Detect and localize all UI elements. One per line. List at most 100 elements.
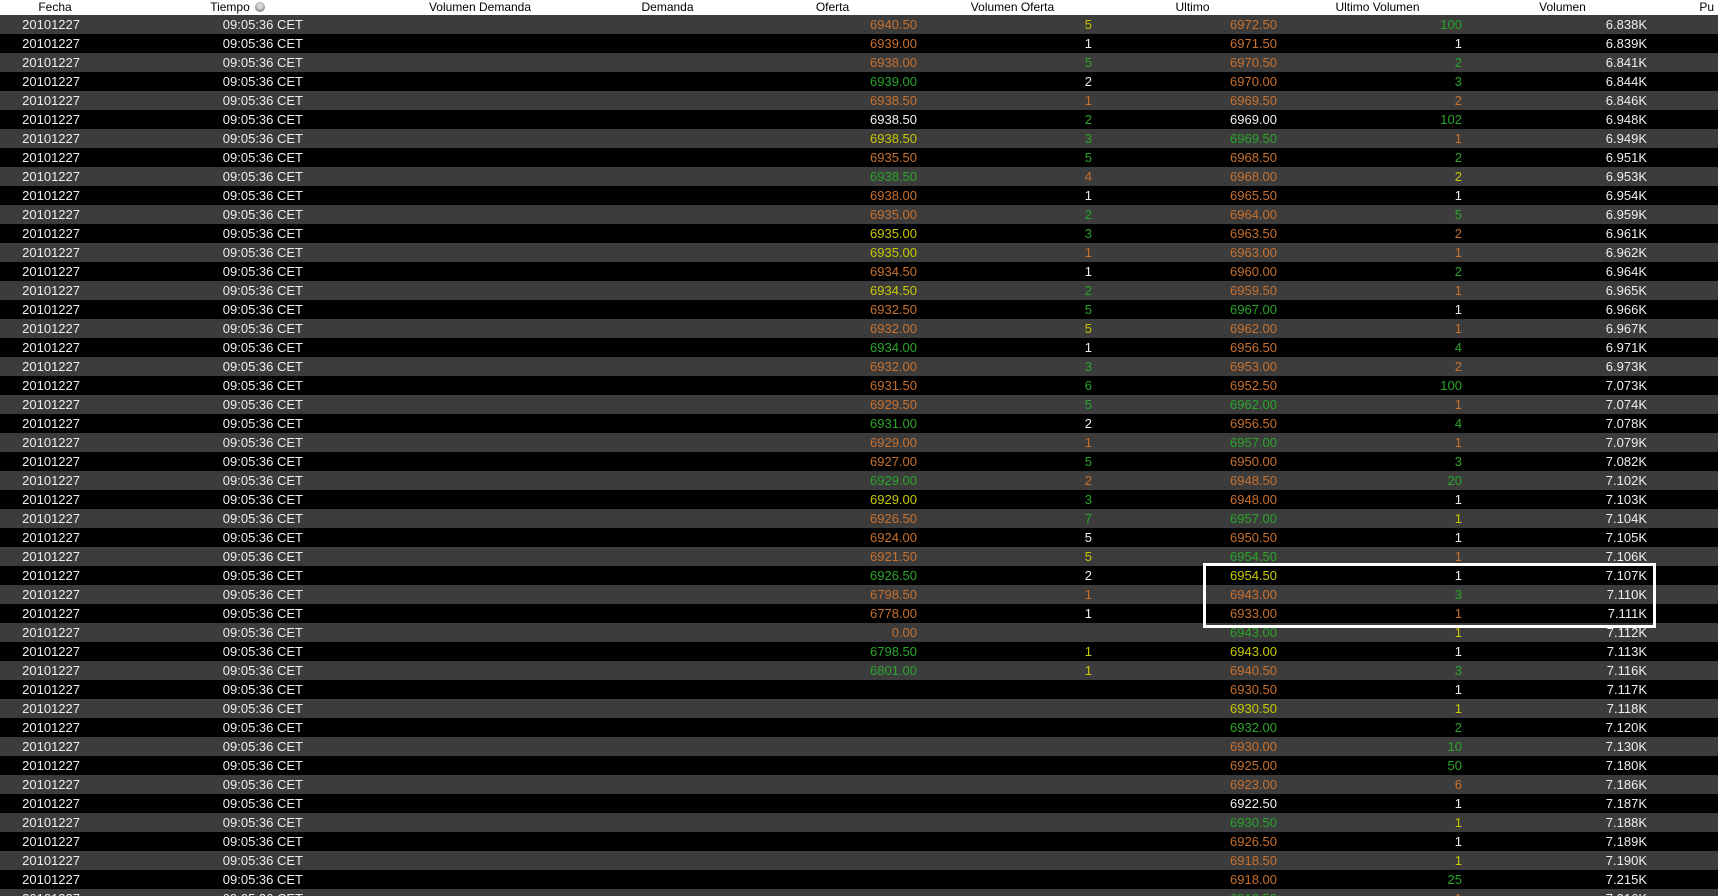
table-row[interactable]: 20101227 09:05:36 CET 6801.00 1 6940.50 …: [0, 661, 1718, 680]
cell-fecha: 20101227: [22, 815, 80, 830]
table-row[interactable]: 20101227 09:05:36 CET 6938.50 3 6969.50 …: [0, 129, 1718, 148]
cell-tiempo: 09:05:36 CET: [222, 378, 303, 393]
table-row[interactable]: 20101227 09:05:36 CET 6798.50 1 6943.00 …: [0, 585, 1718, 604]
table-row[interactable]: 20101227 09:05:36 CET 6929.00 2 6948.50 …: [0, 471, 1718, 490]
cell-volumen: 7.118K: [1606, 701, 1647, 716]
cell-ultimo-volumen: 1: [1454, 549, 1462, 564]
table-row[interactable]: 20101227 09:05:36 CET 6934.50 2 6959.50 …: [0, 281, 1718, 300]
cell-oferta: 6932.50: [870, 302, 917, 317]
cell-volumen-oferta: 1: [1084, 36, 1092, 51]
table-row[interactable]: 20101227 09:05:36 CET 6930.50 1 7.117K: [0, 680, 1718, 699]
cell-ultimo: 6960.00: [1230, 264, 1277, 279]
table-row[interactable]: 20101227 09:05:36 CET 6938.50 1 6969.50 …: [0, 91, 1718, 110]
table-row[interactable]: 20101227 09:05:36 CET 6926.50 7 6957.00 …: [0, 509, 1718, 528]
cell-ultimo: 6948.00: [1230, 492, 1277, 507]
table-row[interactable]: 20101227 09:05:36 CET 6926.50 1 7.189K: [0, 832, 1718, 851]
table-row[interactable]: 20101227 09:05:36 CET 6918.50 1 7.216K: [0, 889, 1718, 896]
cell-pu: [1655, 680, 1718, 699]
column-header-demanda[interactable]: Demanda: [595, 0, 740, 15]
cell-pu: [1655, 205, 1718, 224]
table-row[interactable]: 20101227 09:05:36 CET 6922.50 1 7.187K: [0, 794, 1718, 813]
column-header-ultimo[interactable]: Ultimo: [1100, 0, 1285, 15]
table-row[interactable]: 20101227 09:05:36 CET 6926.50 2 6954.50 …: [0, 566, 1718, 585]
table-row[interactable]: 20101227 09:05:36 CET 6939.00 2 6970.00 …: [0, 72, 1718, 91]
table-row[interactable]: 20101227 09:05:36 CET 6934.50 1 6960.00 …: [0, 262, 1718, 281]
cell-tiempo: 09:05:36 CET: [222, 55, 303, 70]
cell-tiempo: 09:05:36 CET: [222, 226, 303, 241]
cell-pu: [1655, 15, 1718, 34]
cell-ultimo: 6933.00: [1230, 606, 1277, 621]
cell-fecha: 20101227: [22, 112, 80, 127]
cell-volumen: 6.838K: [1605, 17, 1647, 32]
table-row[interactable]: 20101227 09:05:36 CET 6929.00 1 6957.00 …: [0, 433, 1718, 452]
table-row[interactable]: 20101227 09:05:36 CET 6918.00 25 7.215K: [0, 870, 1718, 889]
table-row[interactable]: 20101227 09:05:36 CET 6921.50 5 6954.50 …: [0, 547, 1718, 566]
cell-volumen-oferta: 6: [1084, 378, 1092, 393]
table-row[interactable]: 20101227 09:05:36 CET 6927.00 5 6950.00 …: [0, 452, 1718, 471]
column-header-volumen[interactable]: Volumen: [1470, 0, 1655, 15]
cell-tiempo: 09:05:36 CET: [222, 568, 303, 583]
table-row[interactable]: 20101227 09:05:36 CET 6798.50 1 6943.00 …: [0, 642, 1718, 661]
table-row[interactable]: 20101227 09:05:36 CET 6930.50 1 7.188K: [0, 813, 1718, 832]
table-row[interactable]: 20101227 09:05:36 CET 6924.00 5 6950.50 …: [0, 528, 1718, 547]
table-row[interactable]: 20101227 09:05:36 CET 6935.00 3 6963.50 …: [0, 224, 1718, 243]
cell-pu: [1655, 91, 1718, 110]
table-row[interactable]: 20101227 09:05:36 CET 6778.00 1 6933.00 …: [0, 604, 1718, 623]
table-row[interactable]: 20101227 09:05:36 CET 6923.00 6 7.186K: [0, 775, 1718, 794]
column-header-ultimo-volumen[interactable]: Ultimo Volumen: [1285, 0, 1470, 15]
cell-volumen-demanda: [365, 91, 595, 110]
table-row[interactable]: 20101227 09:05:36 CET 6918.50 1 7.190K: [0, 851, 1718, 870]
column-header-fecha[interactable]: Fecha: [0, 0, 110, 15]
table-row[interactable]: 20101227 09:05:36 CET 6932.00 3 6953.00 …: [0, 357, 1718, 376]
column-header-volumen-demanda[interactable]: Volumen Demanda: [365, 0, 595, 15]
table-row[interactable]: 20101227 09:05:36 CET 6938.00 5 6970.50 …: [0, 53, 1718, 72]
cell-demanda: [595, 205, 740, 224]
table-row[interactable]: 20101227 09:05:36 CET 6931.50 6 6952.50 …: [0, 376, 1718, 395]
table-row[interactable]: 20101227 09:05:36 CET 6935.50 5 6968.50 …: [0, 148, 1718, 167]
table-row[interactable]: 20101227 09:05:36 CET 6940.50 5 6972.50 …: [0, 15, 1718, 34]
table-row[interactable]: 20101227 09:05:36 CET 6939.00 1 6971.50 …: [0, 34, 1718, 53]
table-row[interactable]: 20101227 09:05:36 CET 6932.50 5 6967.00 …: [0, 300, 1718, 319]
cell-tiempo: 09:05:36 CET: [222, 682, 303, 697]
column-header-pu[interactable]: Pu: [1655, 0, 1718, 15]
table-row[interactable]: 20101227 09:05:36 CET 6935.00 2 6964.00 …: [0, 205, 1718, 224]
cell-tiempo: 09:05:36 CET: [222, 321, 303, 336]
cell-volumen-demanda: [365, 775, 595, 794]
column-header-oferta[interactable]: Oferta: [740, 0, 925, 15]
cell-fecha: 20101227: [22, 150, 80, 165]
cell-fecha: 20101227: [22, 739, 80, 754]
table-row[interactable]: 20101227 09:05:36 CET 6930.00 10 7.130K: [0, 737, 1718, 756]
table-row[interactable]: 20101227 09:05:36 CET 6934.00 1 6956.50 …: [0, 338, 1718, 357]
table-row[interactable]: 20101227 09:05:36 CET 6930.50 1 7.118K: [0, 699, 1718, 718]
column-header-tiempo[interactable]: Tiempo: [110, 0, 365, 15]
cell-ultimo-volumen: 1: [1454, 606, 1462, 621]
table-row[interactable]: 20101227 09:05:36 CET 6932.00 2 7.120K: [0, 718, 1718, 737]
cell-fecha: 20101227: [22, 796, 80, 811]
table-row[interactable]: 20101227 09:05:36 CET 6929.00 3 6948.00 …: [0, 490, 1718, 509]
cell-ultimo-volumen: 2: [1454, 720, 1462, 735]
cell-tiempo: 09:05:36 CET: [222, 302, 303, 317]
cell-demanda: [595, 414, 740, 433]
table-row[interactable]: 20101227 09:05:36 CET 6935.00 1 6963.00 …: [0, 243, 1718, 262]
cell-pu: [1655, 509, 1718, 528]
table-row[interactable]: 20101227 09:05:36 CET 0.00 6943.00 1 7.1…: [0, 623, 1718, 642]
table-row[interactable]: 20101227 09:05:36 CET 6925.00 50 7.180K: [0, 756, 1718, 775]
cell-pu: [1655, 794, 1718, 813]
table-row[interactable]: 20101227 09:05:36 CET 6938.50 2 6969.00 …: [0, 110, 1718, 129]
cell-demanda: [595, 129, 740, 148]
cell-volumen: 6.846K: [1605, 93, 1647, 108]
cell-tiempo: 09:05:36 CET: [222, 606, 303, 621]
table-row[interactable]: 20101227 09:05:36 CET 6929.50 5 6962.00 …: [0, 395, 1718, 414]
table-row[interactable]: 20101227 09:05:36 CET 6932.00 5 6962.00 …: [0, 319, 1718, 338]
cell-volumen-oferta: 1: [1084, 340, 1092, 355]
cell-demanda: [595, 509, 740, 528]
table-row[interactable]: 20101227 09:05:36 CET 6938.50 4 6968.00 …: [0, 167, 1718, 186]
cell-oferta: 6801.00: [870, 663, 917, 678]
table-row[interactable]: 20101227 09:05:36 CET 6938.00 1 6965.50 …: [0, 186, 1718, 205]
cell-ultimo: 6932.00: [1230, 720, 1277, 735]
cell-fecha: 20101227: [22, 93, 80, 108]
cell-volumen-demanda: [365, 414, 595, 433]
table-row[interactable]: 20101227 09:05:36 CET 6931.00 2 6956.50 …: [0, 414, 1718, 433]
column-header-volumen-oferta[interactable]: Volumen Oferta: [925, 0, 1100, 15]
cell-volumen-demanda: [365, 72, 595, 91]
